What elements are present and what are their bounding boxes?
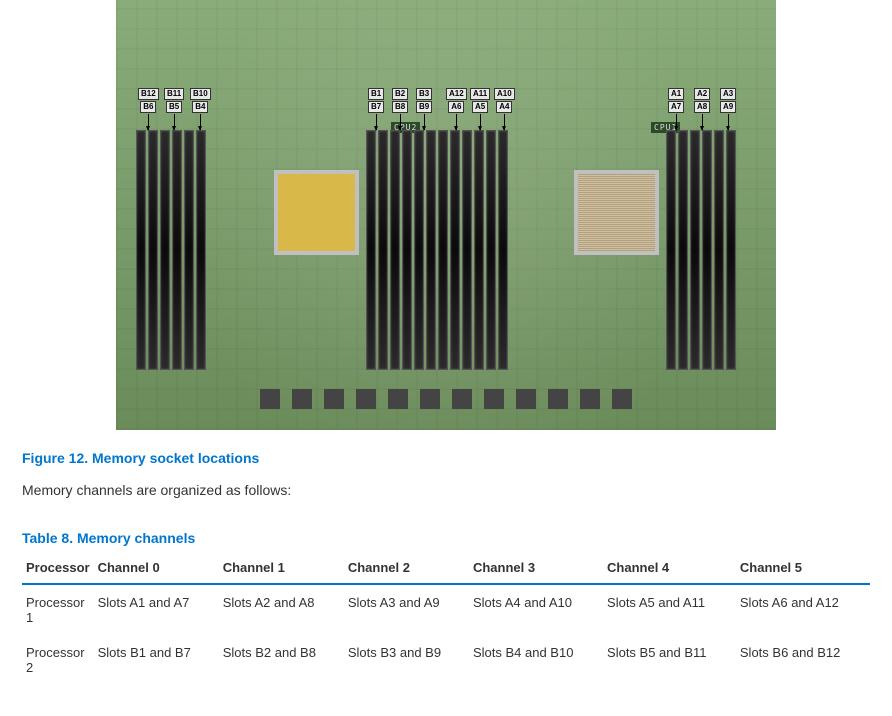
col-header: Processor [22, 554, 94, 584]
table-title: Table 8. Memory channels [22, 530, 870, 546]
slot-tag: B12 [138, 88, 159, 100]
callout-arrow-icon [480, 114, 481, 130]
slot-label-pair: A3A9 [720, 88, 736, 130]
cell: Processor 1 [22, 584, 94, 635]
callout-arrow-icon [376, 114, 377, 130]
slot-tag: A10 [494, 88, 515, 100]
slot-label-pair: B12B6 [138, 88, 159, 130]
cell: Slots A1 and A7 [94, 584, 219, 635]
memory-channels-table: Processor Channel 0 Channel 1 Channel 2 … [22, 554, 870, 685]
cell: Slots B1 and B7 [94, 635, 219, 685]
cell: Slots B3 and B9 [344, 635, 469, 685]
table-row: Processor 1 Slots A1 and A7 Slots A2 and… [22, 584, 870, 635]
slot-tag: A3 [720, 88, 736, 100]
callout-arrow-icon [728, 114, 729, 130]
cell: Slots A2 and A8 [219, 584, 344, 635]
slot-label-pair: B2B8 [392, 88, 408, 130]
cell: Slots B5 and B11 [603, 635, 736, 685]
cell: Slots A4 and A10 [469, 584, 603, 635]
slot-tag: B8 [392, 101, 408, 113]
callout-arrow-icon [400, 114, 401, 130]
cpu2-socket [274, 170, 359, 255]
slot-tag: A5 [472, 101, 488, 113]
slot-tag: B5 [166, 101, 182, 113]
slot-tag: B7 [368, 101, 384, 113]
intro-text: Memory channels are organized as follows… [22, 482, 870, 498]
slot-label-pair: A12A6 [446, 88, 467, 130]
col-header: Channel 5 [736, 554, 870, 584]
slot-tag: A12 [446, 88, 467, 100]
slot-tag: B9 [416, 101, 432, 113]
slot-tag: A9 [720, 101, 736, 113]
slot-tag: A1 [668, 88, 684, 100]
callout-arrow-icon [676, 114, 677, 130]
slot-tag: A8 [694, 101, 710, 113]
slot-tag: B6 [140, 101, 156, 113]
motherboard-diagram: CPU2 CPU1 B12B6B11B5B10B4 B1B7B2B8B3B9A1… [116, 0, 776, 430]
slot-tag: A4 [496, 101, 512, 113]
slot-tag: A11 [470, 88, 490, 100]
callout-arrow-icon [702, 114, 703, 130]
slot-tag: B3 [416, 88, 432, 100]
figure-caption: Figure 12. Memory socket locations [22, 450, 870, 466]
slot-label-pair: B1B7 [368, 88, 384, 130]
dimm-bank-mid [366, 130, 508, 370]
slot-label-pair: A11A5 [470, 88, 490, 130]
slot-tag: B1 [368, 88, 384, 100]
slot-label-pair: B3B9 [416, 88, 432, 130]
col-header: Channel 2 [344, 554, 469, 584]
callout-arrow-icon [148, 114, 149, 130]
slot-label-pair: A2A8 [694, 88, 710, 130]
cell: Slots B4 and B10 [469, 635, 603, 685]
col-header: Channel 1 [219, 554, 344, 584]
col-header: Channel 0 [94, 554, 219, 584]
dimm-bank-right [666, 130, 736, 370]
slot-label-pair: A1A7 [668, 88, 684, 130]
slot-label-pair: B11B5 [164, 88, 184, 130]
slot-tag: A6 [448, 101, 464, 113]
cell: Slots B2 and B8 [219, 635, 344, 685]
slot-tag: A7 [668, 101, 684, 113]
callout-arrow-icon [424, 114, 425, 130]
cell: Slots A5 and A11 [603, 584, 736, 635]
slot-tag: A2 [694, 88, 710, 100]
callout-arrow-icon [174, 114, 175, 130]
callout-arrow-icon [504, 114, 505, 130]
slot-label-pair: B10B4 [190, 88, 211, 130]
cell: Slots A6 and A12 [736, 584, 870, 635]
slot-tag: B11 [164, 88, 184, 100]
callout-arrow-icon [200, 114, 201, 130]
cell: Slots B6 and B12 [736, 635, 870, 685]
callout-arrow-icon [456, 114, 457, 130]
col-header: Channel 3 [469, 554, 603, 584]
col-header: Channel 4 [603, 554, 736, 584]
table-row: Processor 2 Slots B1 and B7 Slots B2 and… [22, 635, 870, 685]
cpu1-socket [574, 170, 659, 255]
slot-label-pair: A10A4 [494, 88, 515, 130]
board-bottom-components [116, 374, 776, 424]
slot-tag: B4 [192, 101, 208, 113]
dimm-bank-left [136, 130, 206, 370]
slot-tag: B2 [392, 88, 408, 100]
cell: Slots A3 and A9 [344, 584, 469, 635]
slot-tag: B10 [190, 88, 211, 100]
cell: Processor 2 [22, 635, 94, 685]
